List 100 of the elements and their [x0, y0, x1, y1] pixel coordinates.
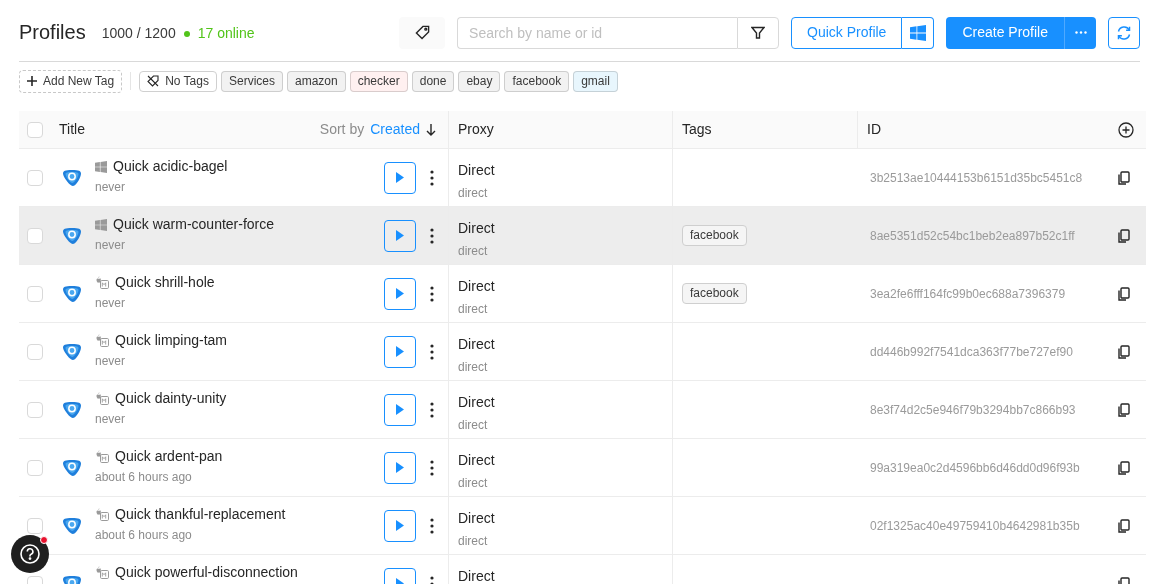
- start-button[interactable]: [384, 277, 416, 310]
- kebab-menu-icon[interactable]: [430, 517, 434, 534]
- windows-icon: [909, 24, 926, 41]
- start-button[interactable]: [384, 509, 416, 542]
- tag-filter-chip[interactable]: gmail: [573, 70, 618, 92]
- plus-icon: [27, 76, 37, 86]
- filter-icon[interactable]: [751, 25, 766, 40]
- copy-icon[interactable]: [1118, 228, 1130, 243]
- tag-filter-chip[interactable]: checker: [349, 70, 408, 92]
- copy-icon[interactable]: [1118, 170, 1130, 185]
- profile-id: 99a319ea0c2d4596bb6d46dd0d96f93b: [870, 459, 1080, 477]
- proxy-name: Direct: [458, 567, 496, 584]
- profile-title: Quick powerful-disconnection: [115, 564, 298, 581]
- proxy-name: Direct: [458, 335, 496, 354]
- column-header: ID: [867, 120, 881, 139]
- add-tag-button[interactable]: Add New Tag: [19, 69, 123, 93]
- select-all-checkbox[interactable]: [27, 121, 43, 138]
- proxy-type: direct: [458, 417, 489, 434]
- more-options-button[interactable]: [1064, 16, 1096, 49]
- row-checkbox[interactable]: [27, 401, 43, 418]
- search-field[interactable]: Search by name or id: [457, 16, 738, 49]
- kebab-menu-icon[interactable]: [430, 343, 434, 360]
- apple-chip-icon: [95, 566, 109, 579]
- profile-title: Quick acidic-bagel: [113, 158, 228, 175]
- kebab-menu-icon[interactable]: [430, 227, 434, 244]
- arrow-down-icon: [426, 123, 436, 136]
- profile-title: Quick dainty-unity: [115, 390, 227, 407]
- proxy-name: Direct: [458, 393, 496, 412]
- start-button[interactable]: [384, 335, 416, 368]
- proxy-name: Direct: [458, 219, 496, 238]
- last-run-text: about 6 hours ago: [95, 469, 193, 486]
- proxy-type: direct: [458, 185, 489, 202]
- last-run-text: never: [95, 237, 127, 254]
- refresh-icon: [1116, 24, 1132, 41]
- tag-filter-chip[interactable]: facebook: [504, 70, 570, 92]
- profile-id: 8ae5351d52c54bc1beb2ea897b52c1ff: [870, 227, 1075, 245]
- copy-icon[interactable]: [1118, 460, 1130, 475]
- profile-count: 1000 / 1200: [101, 24, 176, 43]
- profile-id: 3ea2fe6fff164fc99b0ec688a7396379: [870, 285, 1066, 303]
- profile-id: 3b2513ae10444153b6151d35bc5451c8: [870, 169, 1083, 187]
- copy-icon[interactable]: [1118, 344, 1130, 359]
- last-run-text: never: [95, 411, 127, 428]
- filter-button[interactable]: [737, 16, 780, 49]
- profile-title: Quick warm-counter-force: [113, 216, 275, 233]
- tag-off-icon: [147, 75, 160, 87]
- tag-filter-chip[interactable]: done: [411, 70, 455, 92]
- proxy-type: direct: [458, 301, 489, 318]
- row-checkbox[interactable]: [27, 285, 43, 302]
- row-checkbox[interactable]: [27, 227, 43, 244]
- no-tags-button[interactable]: No Tags: [139, 70, 217, 92]
- profile-tag: facebook: [682, 283, 747, 304]
- last-run-text: never: [95, 179, 127, 196]
- proxy-type: direct: [458, 475, 489, 492]
- copy-icon[interactable]: [1118, 402, 1130, 417]
- row-checkbox[interactable]: [27, 459, 43, 476]
- last-run-text: never: [95, 353, 127, 370]
- refresh-button[interactable]: [1108, 16, 1140, 49]
- start-button[interactable]: [384, 393, 416, 426]
- row-checkbox[interactable]: [27, 343, 43, 360]
- start-button[interactable]: [384, 219, 416, 252]
- play-icon: [396, 462, 404, 473]
- tag-button[interactable]: [399, 16, 446, 49]
- proxy-name: Direct: [458, 277, 496, 296]
- add-column-icon[interactable]: [1118, 121, 1134, 138]
- apple-chip-icon: [95, 450, 109, 463]
- tag-filter-chip[interactable]: amazon: [287, 70, 346, 92]
- profile-tag: facebook: [682, 225, 747, 246]
- page-title: Profiles: [19, 19, 86, 45]
- profile-title: Quick thankful-replacement: [115, 506, 286, 523]
- windows-icon: [95, 218, 107, 231]
- sort-label: Sort by: [319, 120, 365, 139]
- copy-icon[interactable]: [1118, 286, 1130, 301]
- proxy-type: direct: [458, 533, 489, 550]
- play-icon: [396, 288, 404, 299]
- play-icon: [396, 404, 404, 415]
- row-checkbox[interactable]: [27, 517, 43, 534]
- play-icon: [396, 346, 404, 357]
- apple-chip-icon: [95, 508, 109, 521]
- more-icon: [1074, 31, 1087, 34]
- apple-chip-icon: [95, 334, 109, 347]
- kebab-menu-icon[interactable]: [430, 401, 434, 418]
- column-header: Title: [59, 120, 86, 139]
- start-button[interactable]: [384, 451, 416, 484]
- kebab-menu-icon[interactable]: [430, 285, 434, 302]
- apple-chip-icon: [95, 276, 109, 289]
- tag-icon: [414, 25, 430, 40]
- copy-icon[interactable]: [1118, 518, 1130, 533]
- kebab-menu-icon[interactable]: [430, 169, 434, 186]
- kebab-menu-icon[interactable]: [430, 459, 434, 476]
- last-run-text: about 6 hours ago: [95, 527, 193, 544]
- proxy-name: Direct: [458, 451, 496, 470]
- tag-filter-chip[interactable]: ebay: [458, 70, 501, 92]
- windows-button[interactable]: [902, 16, 935, 49]
- help-button[interactable]: [11, 535, 49, 573]
- start-button[interactable]: [384, 161, 416, 194]
- row-checkbox[interactable]: [27, 169, 43, 186]
- play-icon: [396, 520, 404, 531]
- tag-filter-chip[interactable]: Services: [220, 70, 283, 92]
- profile-title: Quick ardent-pan: [115, 448, 223, 465]
- column-header: Tags: [682, 120, 712, 139]
